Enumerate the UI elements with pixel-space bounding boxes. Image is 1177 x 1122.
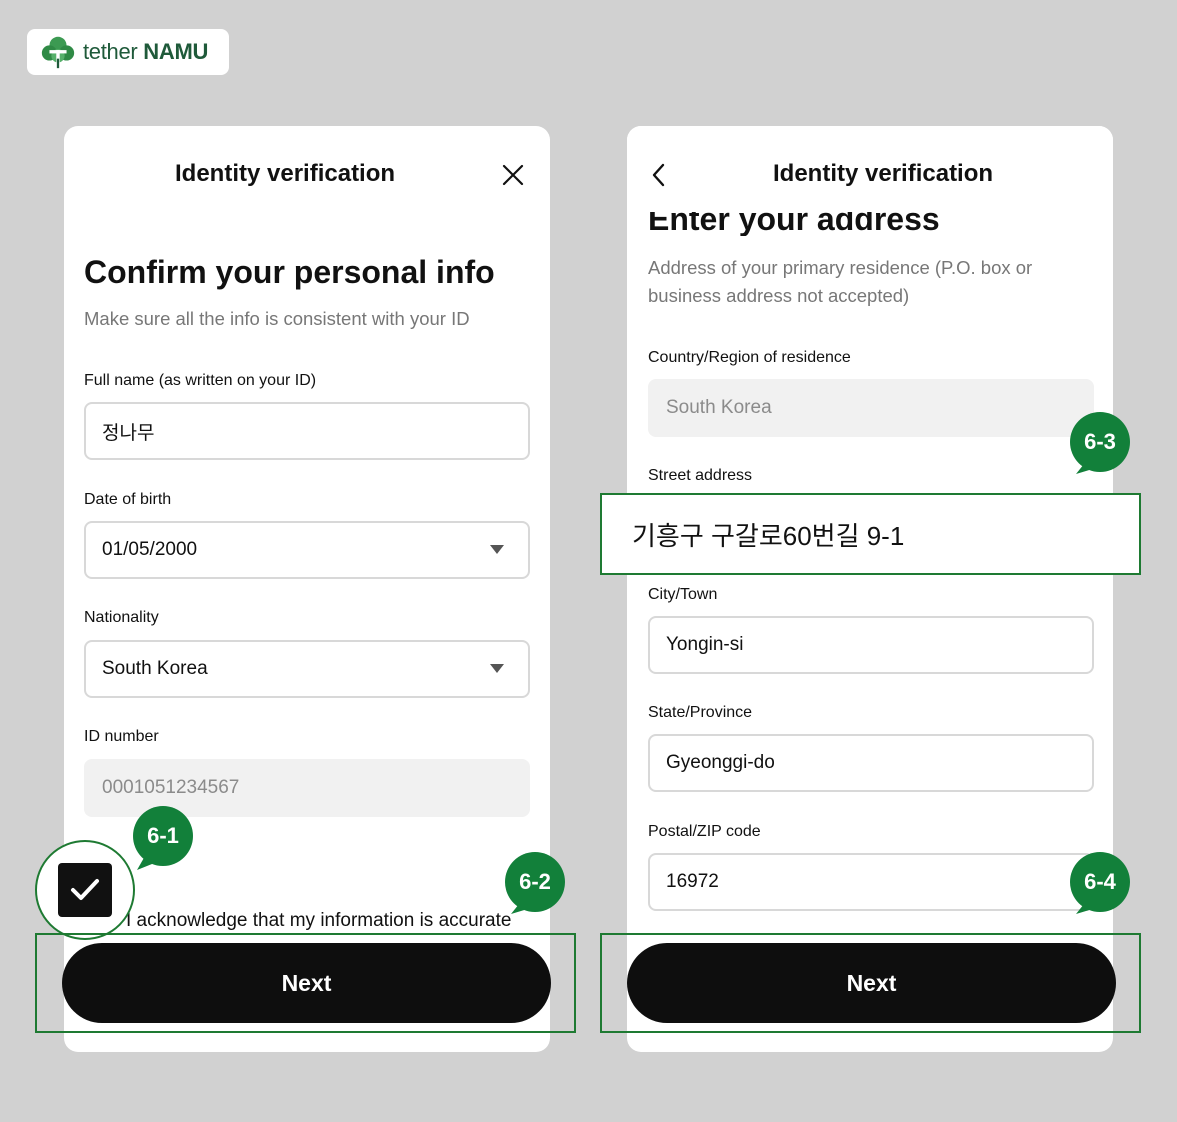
nationality-select[interactable]: South Korea xyxy=(84,640,530,698)
next-button[interactable]: Next xyxy=(62,943,551,1023)
step-badge-6-3: 6-3 xyxy=(1070,412,1130,474)
checkmark-icon xyxy=(71,879,99,900)
page-title: Identity verification xyxy=(175,160,396,187)
step-badge-6-1: 6-1 xyxy=(133,806,193,870)
dob-select[interactable]: 01/05/2000 xyxy=(84,521,530,579)
state-value: Gyeonggi-do xyxy=(666,752,775,773)
nationality-label: Nationality xyxy=(84,609,159,626)
full-name-input[interactable]: 정나무 xyxy=(84,402,530,460)
country-label: Country/Region of residence xyxy=(648,349,851,366)
city-value: Yongin-si xyxy=(666,634,744,655)
logo-text-light: tether xyxy=(83,39,138,64)
step-badge-6-4: 6-4 xyxy=(1070,852,1130,914)
dob-label: Date of birth xyxy=(84,491,172,508)
country-value: South Korea xyxy=(666,397,772,418)
full-name-label: Full name (as written on your ID) xyxy=(84,372,317,389)
tree-logo-icon xyxy=(41,36,75,69)
nationality-value: South Korea xyxy=(102,658,208,679)
close-icon[interactable] xyxy=(500,162,526,188)
dropdown-arrow-icon xyxy=(490,664,504,673)
back-chevron-icon[interactable] xyxy=(648,162,668,188)
address-subtitle: Address of your primary residence (P.O. … xyxy=(648,257,1033,306)
tethernamu-logo: tether NAMU xyxy=(27,29,229,75)
id-number-value: 0001051234567 xyxy=(102,777,240,798)
section-heading: Confirm your personal info xyxy=(84,254,495,290)
page-title: Identity verification xyxy=(773,160,994,187)
acknowledge-checkbox-highlight xyxy=(35,840,135,940)
step-badge-6-2: 6-2 xyxy=(505,852,565,914)
city-label: City/Town xyxy=(648,586,718,603)
step-badge-label: 6-2 xyxy=(519,869,551,894)
city-input[interactable]: Yongin-si xyxy=(648,616,1094,674)
step-badge-label: 6-1 xyxy=(147,823,179,848)
logo-text-bold: NAMU xyxy=(143,39,209,64)
step-badge-label: 6-3 xyxy=(1084,429,1116,454)
next-button[interactable]: Next xyxy=(627,943,1116,1023)
dob-value: 01/05/2000 xyxy=(102,539,198,560)
dropdown-arrow-icon xyxy=(490,545,504,554)
acknowledge-checkbox[interactable] xyxy=(58,863,112,917)
postal-label: Postal/ZIP code xyxy=(648,823,761,840)
acknowledge-text: I acknowledge that my information is acc… xyxy=(126,910,512,931)
street-address-input[interactable]: 기흥구 구갈로60번길 9-1 xyxy=(600,493,1141,575)
state-label: State/Province xyxy=(648,704,753,721)
id-number-label: ID number xyxy=(84,728,159,745)
step-badge-label: 6-4 xyxy=(1084,869,1116,894)
full-name-value: 정나무 xyxy=(102,422,155,444)
state-input[interactable]: Gyeonggi-do xyxy=(648,734,1094,792)
postal-input[interactable]: 16972 xyxy=(648,853,1094,911)
street-address-value: 기흥구 구갈로60번길 9-1 xyxy=(632,520,905,551)
section-subtitle: Make sure all the info is consistent wit… xyxy=(84,308,470,329)
country-field: South Korea xyxy=(648,379,1094,437)
street-label: Street address xyxy=(648,467,753,484)
postal-value: 16972 xyxy=(666,871,719,892)
